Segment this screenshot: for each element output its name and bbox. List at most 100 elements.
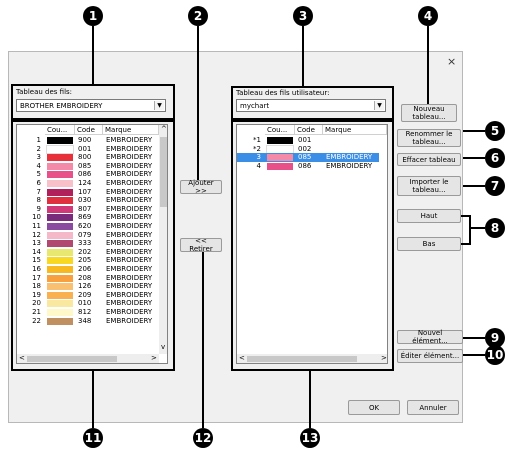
table-row[interactable]: 4 085 EMBROIDERY	[17, 162, 159, 171]
import-table-button[interactable]: Importer le tableau...	[397, 176, 461, 196]
thread-code: 333	[78, 239, 92, 248]
thread-code: 807	[78, 204, 92, 213]
table-row[interactable]: *1 001	[237, 136, 379, 145]
add-button[interactable]: Ajouter >>	[180, 179, 222, 195]
thread-brand: EMBROIDERY	[106, 290, 153, 299]
thread-code: 812	[78, 308, 92, 316]
row-number: 14	[32, 247, 41, 256]
color-swatch	[46, 144, 74, 154]
down-button[interactable]: Bas	[397, 237, 461, 251]
table-row[interactable]: 17 208 EMBROIDERY	[17, 274, 159, 283]
table-row[interactable]: *2 002	[237, 144, 379, 154]
table-row[interactable]: 16 206 EMBROIDERY	[17, 265, 159, 274]
table-row[interactable]: 15 205 EMBROIDERY	[17, 256, 159, 265]
thread-list[interactable]: Cou... Code Marque 1 900 EMBROIDERY 2 001 EMB…	[16, 124, 168, 364]
callout-line-5	[463, 130, 485, 132]
color-swatch	[47, 257, 73, 265]
scroll-left-icon[interactable]: <	[19, 354, 25, 362]
user-thread-chart-select-value: mychart	[240, 102, 270, 110]
table-row[interactable]: 10 869 EMBROIDERY	[17, 213, 159, 222]
table-row[interactable]: 13 333 EMBROIDERY	[17, 239, 159, 248]
scrollbar-thumb[interactable]	[160, 137, 167, 207]
user-thread-list[interactable]: Cou... Code Marque *1 001 *2 002 3 085 EMBROID…	[236, 124, 388, 364]
horizontal-scrollbar[interactable]: < >	[17, 354, 159, 363]
color-swatch	[47, 197, 73, 205]
thread-chart-label: Tableau des fils:	[16, 88, 73, 96]
table-row[interactable]: 14 202 EMBROIDERY	[17, 248, 159, 257]
color-swatch	[47, 223, 73, 230]
new-item-button[interactable]: Nouvel élément...	[397, 329, 463, 345]
up-button[interactable]: Haut	[397, 209, 461, 223]
thread-code: 800	[78, 153, 92, 162]
table-row[interactable]: 4 086 EMBROIDERY	[237, 162, 379, 171]
color-swatch	[47, 248, 73, 256]
thread-brand: EMBROIDERY	[106, 222, 153, 230]
thread-brand: EMBROIDERY	[326, 153, 373, 162]
table-row[interactable]: 19 209 EMBROIDERY	[17, 291, 159, 300]
new-table-button[interactable]: Nouveau tableau...	[401, 104, 457, 122]
table-row[interactable]: 7 107 EMBROIDERY	[17, 188, 159, 197]
thread-code: 206	[78, 265, 92, 273]
column-header-brand[interactable]: Marque	[103, 125, 159, 135]
scrollbar-thumb[interactable]	[247, 356, 357, 362]
table-row[interactable]: 8 030 EMBROIDERY	[17, 196, 159, 205]
table-row[interactable]: 22 348 EMBROIDERY	[17, 317, 159, 326]
row-number: 13	[32, 239, 41, 248]
scroll-right-icon[interactable]: >	[151, 354, 157, 362]
thread-code: 124	[78, 179, 92, 187]
color-swatch	[47, 162, 73, 170]
thread-code: 010	[78, 299, 92, 308]
table-row[interactable]: 20 010 EMBROIDERY	[17, 299, 159, 308]
thread-code: 209	[78, 290, 92, 299]
thread-code: 085	[298, 153, 312, 162]
table-row[interactable]: 9 807 EMBROIDERY	[17, 205, 159, 214]
thread-code: 079	[78, 230, 92, 239]
thread-brand: EMBROIDERY	[106, 196, 153, 205]
column-header-code[interactable]: Code	[295, 125, 323, 135]
vertical-scrollbar[interactable]: ^ v	[159, 125, 167, 354]
thread-code: 086	[78, 170, 92, 179]
row-number: 8	[36, 196, 41, 205]
table-row[interactable]: 5 086 EMBROIDERY	[17, 170, 159, 179]
cancel-button[interactable]: Annuler	[407, 400, 459, 415]
table-row[interactable]: 6 124 EMBROIDERY	[17, 179, 159, 188]
table-row[interactable]: 2 001 EMBROIDERY	[17, 144, 159, 154]
scrollbar-thumb[interactable]	[27, 356, 117, 362]
close-icon[interactable]: ×	[447, 56, 456, 67]
callout-line-9	[463, 337, 485, 339]
table-row[interactable]: 3 800 EMBROIDERY	[17, 153, 159, 162]
thread-chart-select[interactable]: BROTHER EMBROIDERY ▼	[16, 99, 166, 112]
thread-brand: EMBROIDERY	[106, 144, 153, 153]
table-row[interactable]: 11 620 EMBROIDERY	[17, 222, 159, 231]
column-header-brand[interactable]: Marque	[323, 125, 387, 135]
table-row[interactable]: 3 085 EMBROIDERY	[237, 153, 379, 162]
ok-button[interactable]: OK	[348, 400, 400, 415]
rename-table-button[interactable]: Renommer le tableau...	[397, 129, 461, 147]
scroll-down-icon[interactable]: v	[161, 343, 165, 351]
table-row[interactable]: 12 079 EMBROIDERY	[17, 231, 159, 240]
thread-brand: EMBROIDERY	[326, 161, 373, 170]
remove-button[interactable]: << Retirer	[180, 237, 222, 253]
delete-table-button[interactable]: Effacer tableau	[397, 153, 461, 166]
scroll-right-icon[interactable]: >	[381, 354, 387, 362]
column-header-color[interactable]: Cou...	[265, 125, 295, 135]
user-thread-chart-label: Tableau des fils utilisateur:	[236, 89, 330, 97]
horizontal-scrollbar[interactable]: < >	[237, 354, 387, 363]
callout-line-2	[197, 26, 199, 182]
thread-code: 085	[78, 161, 92, 170]
chevron-down-icon[interactable]: ▼	[374, 101, 384, 110]
row-number: 6	[36, 179, 41, 187]
table-row[interactable]: 18 126 EMBROIDERY	[17, 282, 159, 291]
scroll-left-icon[interactable]: <	[239, 354, 245, 362]
callout-marker-7: 7	[485, 176, 505, 196]
thread-brand: EMBROIDERY	[106, 308, 153, 316]
column-header-color[interactable]: Cou...	[45, 125, 75, 135]
table-row[interactable]: 1 900 EMBROIDERY	[17, 136, 159, 145]
column-header-code[interactable]: Code	[75, 125, 103, 135]
edit-item-button[interactable]: Éditer élément...	[397, 349, 463, 363]
chevron-down-icon[interactable]: ▼	[154, 101, 164, 110]
scroll-up-icon[interactable]: ^	[161, 125, 167, 133]
table-row[interactable]: 21 812 EMBROIDERY	[17, 308, 159, 317]
user-thread-chart-select[interactable]: mychart ▼	[236, 99, 386, 112]
thread-brand: EMBROIDERY	[106, 213, 153, 222]
